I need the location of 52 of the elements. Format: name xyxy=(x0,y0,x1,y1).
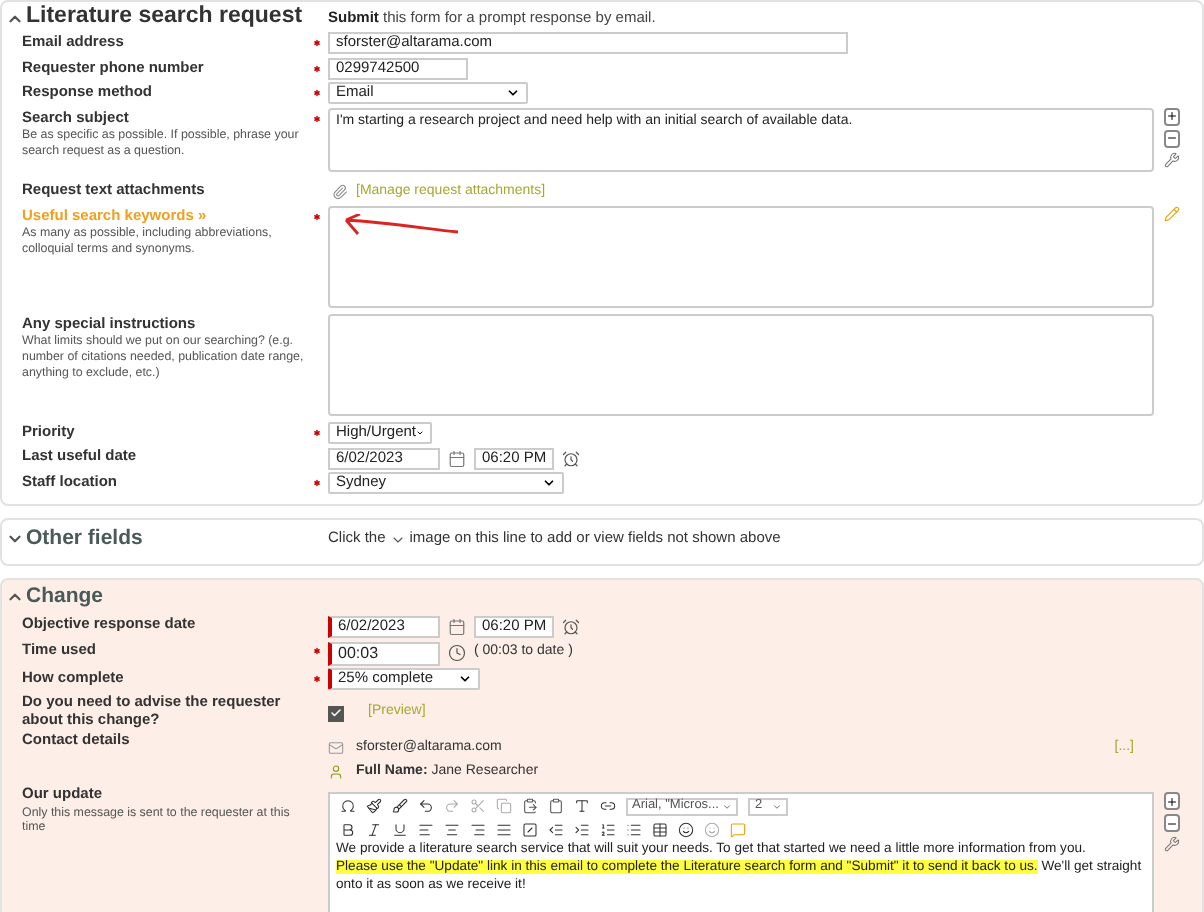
omega-icon[interactable] xyxy=(340,798,356,814)
section-title: Literature search request xyxy=(26,4,303,32)
underline-icon[interactable] xyxy=(392,822,408,838)
person-icon xyxy=(328,764,344,781)
expand-button[interactable] xyxy=(1164,792,1180,810)
paste-icon[interactable] xyxy=(522,798,538,814)
caret-icon xyxy=(542,476,556,490)
brush-icon[interactable] xyxy=(366,798,382,814)
clock-icon[interactable] xyxy=(448,644,466,662)
caret-icon xyxy=(458,671,472,685)
expand-icon[interactable] xyxy=(6,530,24,548)
clipboard-icon[interactable] xyxy=(548,798,564,814)
settings-icon[interactable] xyxy=(1164,836,1180,852)
settings-icon[interactable] xyxy=(1164,151,1180,167)
calendar-icon[interactable] xyxy=(448,450,466,468)
section-title: Change xyxy=(26,584,104,610)
envelope-icon xyxy=(328,740,344,757)
shrink-button[interactable] xyxy=(1164,129,1180,147)
alarm-clock-icon[interactable] xyxy=(562,450,580,468)
clear-format-icon[interactable] xyxy=(522,822,538,838)
collapse-icon[interactable] xyxy=(6,588,24,606)
align-center-icon[interactable] xyxy=(444,822,460,838)
outdent-icon[interactable] xyxy=(548,822,564,838)
time-used-field[interactable]: 00:03 xyxy=(328,641,440,665)
caret-icon xyxy=(772,801,783,811)
table-icon[interactable] xyxy=(652,822,668,838)
bullet-list-icon[interactable] xyxy=(626,822,642,838)
plus-icon xyxy=(1166,795,1178,807)
align-right-icon[interactable] xyxy=(470,822,486,838)
minus-icon xyxy=(1166,132,1178,144)
calendar-icon[interactable] xyxy=(448,617,466,635)
emoji-icon[interactable] xyxy=(678,822,694,838)
caret-icon xyxy=(722,801,733,811)
undo-icon[interactable] xyxy=(418,798,434,814)
checkbox[interactable] xyxy=(328,705,344,721)
indent-icon[interactable] xyxy=(574,822,590,838)
caret-icon xyxy=(506,86,520,100)
text-color-icon[interactable] xyxy=(574,798,590,814)
link-icon[interactable] xyxy=(600,798,616,814)
expand-button[interactable] xyxy=(1164,107,1180,125)
alarm-clock-icon[interactable] xyxy=(562,617,580,635)
paperclip-icon[interactable] xyxy=(332,184,348,200)
justify-icon[interactable] xyxy=(496,822,512,838)
align-left-icon[interactable] xyxy=(418,822,434,838)
minus-icon xyxy=(1166,817,1178,829)
shrink-button[interactable] xyxy=(1164,814,1180,832)
rich-text-editor[interactable] xyxy=(328,792,1154,912)
numbered-list-icon[interactable] xyxy=(600,822,616,838)
plus-icon xyxy=(1166,110,1178,122)
bold-icon[interactable] xyxy=(340,822,356,838)
section-title: Other fields xyxy=(26,526,143,552)
italic-icon[interactable] xyxy=(366,822,382,838)
